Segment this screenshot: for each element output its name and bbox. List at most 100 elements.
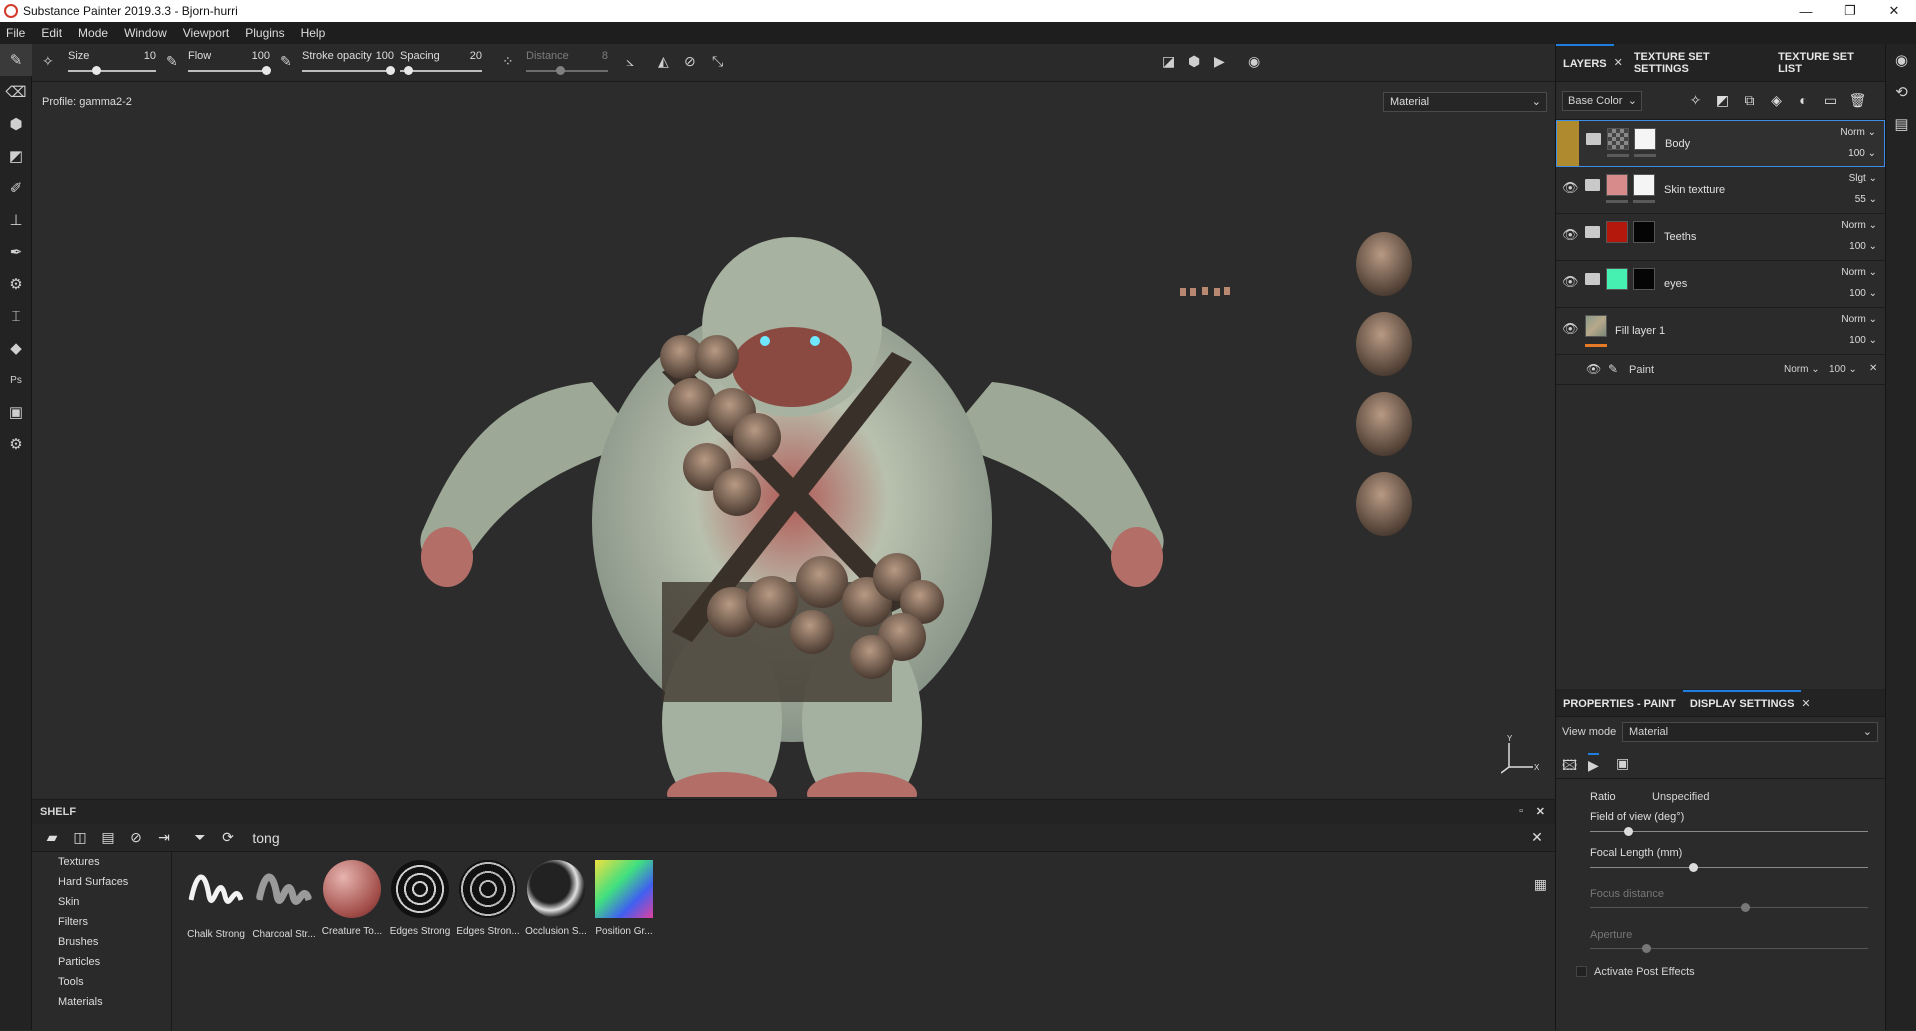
opacity-select[interactable]: 100 ⌄ xyxy=(1849,288,1877,299)
brush-preset-icon[interactable]: ✧ xyxy=(42,53,54,70)
add-layer-icon[interactable]: ⧉ xyxy=(1736,92,1763,109)
tab-texture-set-list[interactable]: TEXTURE SET LIST xyxy=(1771,44,1885,82)
view-mode-select[interactable]: Material ⌄ xyxy=(1622,722,1878,742)
opacity-select[interactable]: 55 ⌄ xyxy=(1855,194,1877,205)
blend-mode-select[interactable]: Slgt ⌄ xyxy=(1849,173,1877,184)
import-icon[interactable]: ⇥ xyxy=(150,829,178,846)
filter-icon[interactable]: ⏷ xyxy=(186,829,214,846)
shelf-item[interactable]: Edges Stron... xyxy=(454,860,522,940)
refresh-icon[interactable]: ⟳ xyxy=(214,829,242,846)
flow-slider[interactable]: Flow 100 xyxy=(188,48,271,78)
flow-pen-pressure-icon[interactable]: ✎ xyxy=(280,53,292,70)
camera-settings-icon[interactable]: ▶ xyxy=(1588,753,1599,774)
spacing-slider[interactable]: Spacing 20 xyxy=(400,48,482,78)
close-display-settings-icon[interactable]: ✕ xyxy=(1801,697,1810,716)
blend-mode-select[interactable]: Norm ⌄ xyxy=(1840,127,1876,138)
photoshop-export-icon[interactable]: Ps xyxy=(0,364,32,396)
channel-select[interactable]: Base Color ⌄ xyxy=(1562,90,1642,111)
layer-row-skin[interactable]: 👁 Skin textture Slgt ⌄ 55 ⌄ xyxy=(1556,167,1885,214)
layer-row-teeths[interactable]: 👁 Teeths Norm ⌄ 100 ⌄ xyxy=(1556,214,1885,261)
eye-icon[interactable]: 👁 xyxy=(1562,274,1579,290)
settings-icon[interactable]: ⚙ xyxy=(0,428,32,460)
shelf-category[interactable]: Skin xyxy=(32,892,171,912)
shelf-category[interactable]: Tools xyxy=(32,972,171,992)
menu-file[interactable]: File xyxy=(6,26,25,40)
shelf-item[interactable]: Position Gr... xyxy=(590,860,658,940)
viewer-settings-icon[interactable]: ▣ xyxy=(1616,755,1629,772)
blend-mode-select[interactable]: Norm ⌄ xyxy=(1841,314,1877,325)
shelf-category[interactable]: Brushes xyxy=(32,932,171,952)
add-folder-icon[interactable]: ▭ xyxy=(1817,92,1844,109)
log-icon[interactable]: ▤ xyxy=(1886,108,1916,140)
maximize-button[interactable]: ❐ xyxy=(1828,0,1872,22)
viewer-icon[interactable]: ◉ xyxy=(1886,44,1916,76)
eye-icon[interactable]: 👁 xyxy=(1562,180,1579,196)
export-icon[interactable]: ▣ xyxy=(0,396,32,428)
opacity-select[interactable]: 100 ⌄ xyxy=(1848,148,1876,159)
distance-slider[interactable]: Distance 8 xyxy=(526,48,608,78)
remove-effect-icon[interactable]: ✕ xyxy=(1869,363,1877,374)
menu-mode[interactable]: Mode xyxy=(78,26,108,40)
paint-brush-tool-icon[interactable]: ✎ xyxy=(0,44,32,76)
opacity-select[interactable]: 100 ⌄ xyxy=(1849,335,1877,346)
blend-mode-select[interactable]: Norm ⌄ xyxy=(1784,364,1820,375)
grid-view-icon[interactable]: ▦ xyxy=(1534,876,1547,893)
effect-row-paint[interactable]: 👁 ✎ Paint Norm ⌄ 100 ⌄ ✕ xyxy=(1556,355,1885,385)
add-smart-material-icon[interactable]: ◐ xyxy=(1790,92,1817,109)
menu-plugins[interactable]: Plugins xyxy=(245,26,284,40)
opacity-select[interactable]: 100 ⌄ xyxy=(1829,364,1857,375)
clone-tool-icon[interactable]: ⊥ xyxy=(0,204,32,236)
smudge-tool-icon[interactable]: ✐ xyxy=(0,172,32,204)
ratio-value[interactable]: Unspecified xyxy=(1652,791,1709,803)
environment-settings-icon[interactable]: 🖾 xyxy=(1562,755,1577,779)
tab-layers[interactable]: LAYERS xyxy=(1556,43,1614,82)
eye-icon[interactable] xyxy=(1557,121,1579,166)
shelf-category[interactable]: Hard Surfaces xyxy=(32,872,171,892)
layer-row-body[interactable]: Body Norm ⌄ 100 ⌄ xyxy=(1556,120,1885,167)
3d-viewport[interactable]: Profile: gamma2-2 Material ⌄ Y X xyxy=(32,82,1555,797)
bridge-icon[interactable]: ⌶ xyxy=(0,300,32,332)
symmetry-icon[interactable]: ◭ xyxy=(658,53,669,70)
camera-icon[interactable]: ▶ xyxy=(1214,53,1225,70)
polygon-fill-tool-icon[interactable]: ◩ xyxy=(0,140,32,172)
stroke-opacity-slider[interactable]: Stroke opacity 100 xyxy=(302,48,395,78)
eye-icon[interactable]: 👁 xyxy=(1586,362,1601,376)
layer-row-eyes[interactable]: 👁 eyes Norm ⌄ 100 ⌄ xyxy=(1556,261,1885,308)
tab-properties-paint[interactable]: PROPERTIES - PAINT xyxy=(1556,698,1683,716)
minimize-button[interactable]: — xyxy=(1784,0,1828,22)
shelf-item[interactable]: Chalk Strong xyxy=(182,860,250,940)
post-effects-checkbox[interactable] xyxy=(1576,966,1587,977)
shelf-item[interactable]: Edges Strong xyxy=(386,860,454,940)
eraser-tool-icon[interactable]: ⌫ xyxy=(0,76,32,108)
opacity-select[interactable]: 100 ⌄ xyxy=(1849,241,1877,252)
folder-icon[interactable]: ▰ xyxy=(38,829,66,846)
shelf-item[interactable]: Charcoal Str... xyxy=(250,860,318,940)
close-button[interactable]: ✕ xyxy=(1872,0,1916,22)
eye-icon[interactable]: 👁 xyxy=(1562,227,1579,243)
projection-tool-icon[interactable]: ⬢ xyxy=(0,108,32,140)
blend-mode-select[interactable]: Norm ⌄ xyxy=(1841,220,1877,231)
shelf-category[interactable]: Filters xyxy=(32,912,171,932)
shelf-item[interactable]: Creature To... xyxy=(318,860,386,940)
shelf-category[interactable]: Particles xyxy=(32,952,171,972)
layer-row-fill-layer[interactable]: 👁 Fill layer 1 Norm ⌄ 100 ⌄ xyxy=(1556,308,1885,355)
float-panel-icon[interactable]: ▫ xyxy=(1519,805,1523,817)
focal-length-slider[interactable] xyxy=(1590,863,1868,872)
close-layers-tab-icon[interactable]: ✕ xyxy=(1614,56,1623,69)
symmetry-options-icon[interactable]: ⊘ xyxy=(684,53,696,70)
history-icon[interactable]: ⟲ xyxy=(1886,76,1916,108)
shelf-list-icon[interactable]: ▤ xyxy=(94,829,122,846)
add-effect-icon[interactable]: ✧ xyxy=(1682,92,1709,109)
hide-icon[interactable]: ⊘ xyxy=(122,829,150,846)
menu-edit[interactable]: Edit xyxy=(41,26,62,40)
shelf-category[interactable]: Textures xyxy=(32,852,171,872)
tab-texture-set-settings[interactable]: TEXTURE SET SETTINGS xyxy=(1627,44,1771,82)
size-slider[interactable]: Size 10 xyxy=(68,48,156,78)
shelf-item[interactable]: Occlusion S... xyxy=(522,860,590,940)
add-fill-layer-icon[interactable]: ◈ xyxy=(1763,92,1790,109)
menu-window[interactable]: Window xyxy=(124,26,167,40)
clear-search-icon[interactable]: ✕ xyxy=(1523,829,1551,846)
shelf-category[interactable]: Materials xyxy=(32,992,171,1012)
size-pen-pressure-icon[interactable]: ✎ xyxy=(166,53,178,70)
bake-settings-icon[interactable]: ⚙ xyxy=(0,268,32,300)
